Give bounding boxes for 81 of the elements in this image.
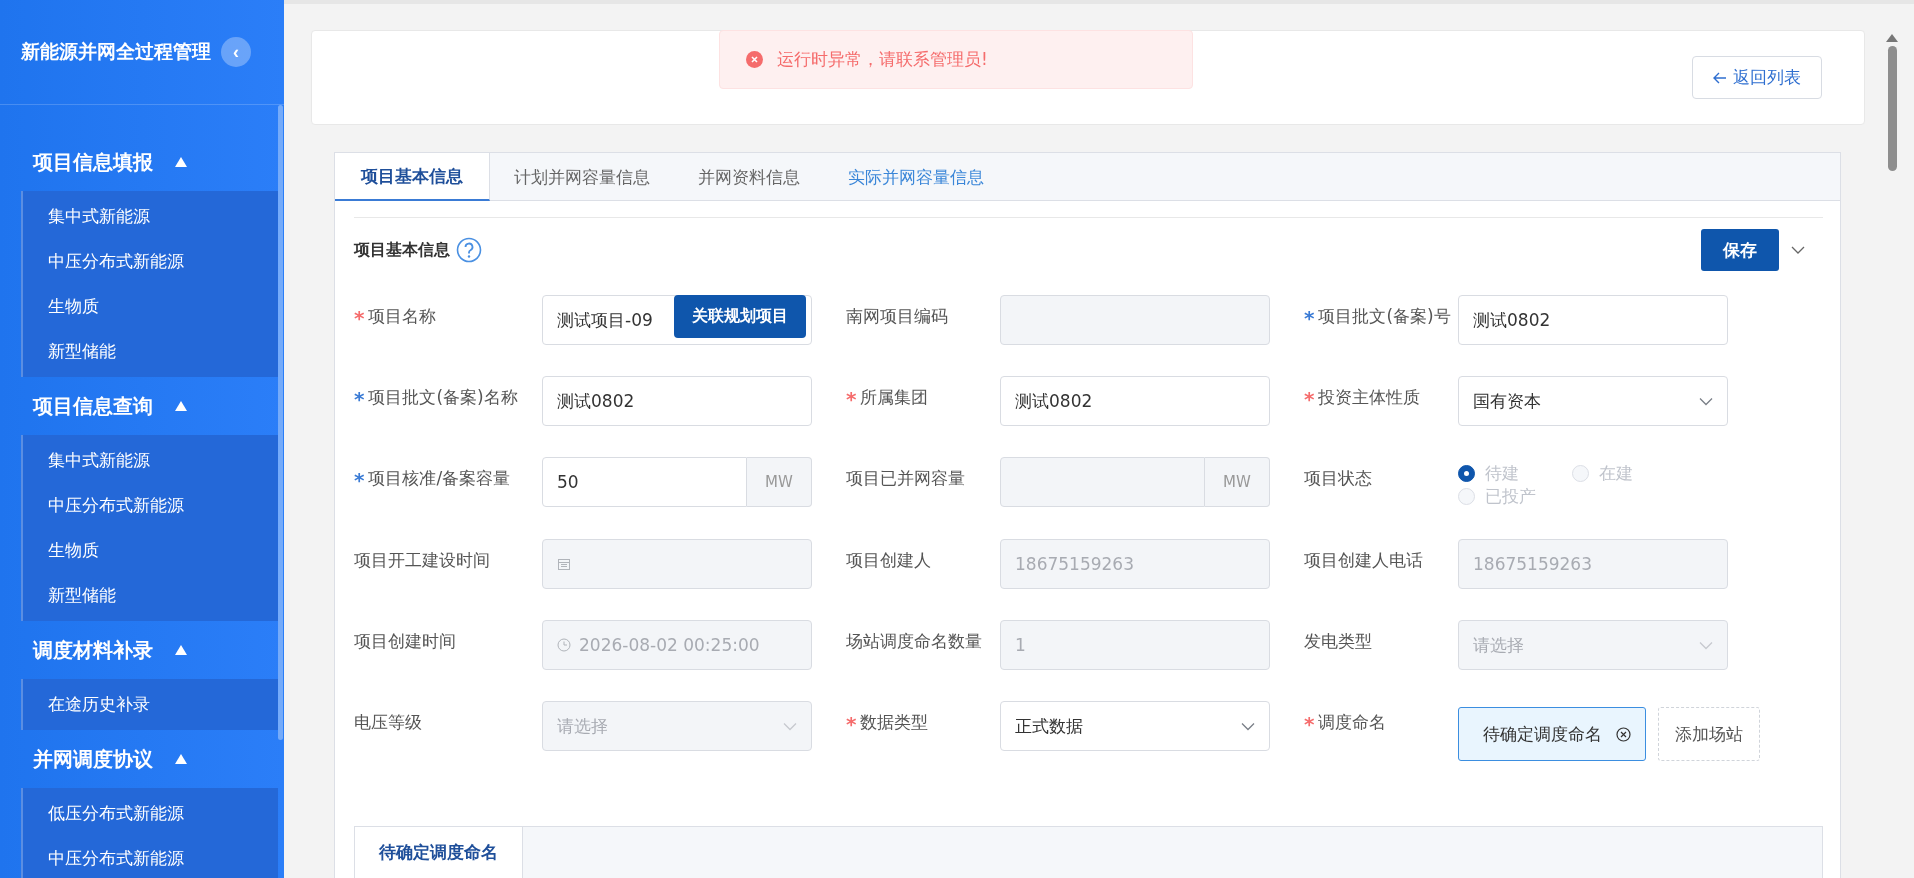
- field-label: 南网项目编码: [846, 305, 948, 328]
- text-field[interactable]: 测试0802: [1000, 376, 1270, 426]
- field-label: 项目批文(备案)号: [1318, 305, 1451, 328]
- field-label: 发电类型: [1304, 630, 1372, 653]
- field-label: 项目核准/备案容量: [368, 467, 511, 490]
- required-mark: *: [354, 389, 365, 409]
- number-field[interactable]: 50: [542, 457, 747, 507]
- scrollbar-thumb[interactable]: [1887, 46, 1897, 171]
- unit-label: MW: [1205, 457, 1270, 507]
- field-label: 场站调度命名数量: [846, 630, 982, 653]
- menu-group[interactable]: 调度材料补录: [0, 621, 278, 679]
- chevron-down-icon: [1241, 721, 1255, 731]
- menu-group-title: 项目信息查询: [33, 392, 153, 420]
- required-mark: *: [1304, 714, 1315, 734]
- back-button[interactable]: 返回列表: [1692, 56, 1822, 99]
- menu-item[interactable]: 中压分布式新能源: [23, 836, 278, 878]
- field-label: 项目开工建设时间: [354, 549, 490, 572]
- save-button[interactable]: 保存: [1701, 229, 1779, 271]
- tab[interactable]: 计划并网容量信息: [490, 153, 674, 201]
- menu-item[interactable]: 在途历史补录: [23, 682, 278, 727]
- field-label: 项目已并网容量: [846, 467, 965, 490]
- error-icon: [746, 51, 763, 68]
- menu-group[interactable]: 并网调度协议: [0, 730, 278, 788]
- chevron-down-icon: [1699, 640, 1713, 650]
- field-label: 项目批文(备案)名称: [368, 386, 518, 409]
- field-label: 数据类型: [860, 711, 929, 734]
- menu-item[interactable]: 中压分布式新能源: [23, 239, 278, 284]
- menu-group-title: 调度材料补录: [33, 636, 153, 664]
- field-label: 调度命名: [1318, 711, 1387, 734]
- menu-group[interactable]: 项目信息填报: [0, 133, 278, 191]
- tab[interactable]: 待确定调度命名: [355, 827, 523, 878]
- clock-icon: [557, 638, 571, 652]
- menu-group-title: 项目信息填报: [33, 148, 153, 176]
- menu-group-title: 并网调度协议: [33, 745, 153, 773]
- app-title: 新能源并网全过程管理: [21, 39, 211, 64]
- chevron-down-icon: [1791, 245, 1805, 255]
- dropdown[interactable]: 国有资本: [1458, 376, 1728, 426]
- field-label: 项目创建人: [846, 549, 931, 572]
- field-label: 所属集团: [860, 386, 929, 409]
- dropdown[interactable]: 正式数据: [1000, 701, 1270, 751]
- link-project-button[interactable]: 关联规划项目: [674, 295, 806, 338]
- menu-item[interactable]: 新型储能: [23, 329, 278, 374]
- tab[interactable]: 项目基本信息: [335, 153, 490, 201]
- menu-item[interactable]: 生物质: [23, 284, 278, 329]
- toast-message: 运行时异常，请联系管理员!: [777, 48, 988, 71]
- field-label: 项目创建时间: [354, 630, 456, 653]
- required-mark: *: [1304, 389, 1315, 409]
- required-mark: *: [354, 308, 365, 328]
- menu-item[interactable]: 低压分布式新能源: [23, 791, 278, 836]
- unit-label: MW: [747, 457, 812, 507]
- field-label: 项目创建人电话: [1304, 549, 1423, 572]
- menu-item[interactable]: 集中式新能源: [23, 438, 278, 483]
- menu-item[interactable]: 新型储能: [23, 573, 278, 618]
- menu-group[interactable]: 项目信息查询: [0, 377, 278, 435]
- section-title: 项目基本信息: [354, 239, 450, 261]
- field-label: 项目状态: [1304, 467, 1372, 490]
- tab[interactable]: 并网资料信息: [674, 153, 824, 201]
- scrollbar-thumb[interactable]: [278, 105, 283, 740]
- chevron-down-icon: [783, 721, 797, 731]
- text-field[interactable]: 测试0802: [1458, 295, 1728, 345]
- field-label: 项目名称: [368, 305, 437, 328]
- required-mark: *: [846, 389, 857, 409]
- text-field[interactable]: 测试项目-09 关联规划项目: [542, 295, 812, 345]
- tab[interactable]: 实际并网容量信息: [824, 153, 1008, 201]
- field-label: 电压等级: [354, 711, 422, 734]
- help-icon: [456, 237, 482, 263]
- required-mark: *: [1304, 308, 1315, 328]
- field-label: 投资主体性质: [1318, 386, 1421, 409]
- required-mark: *: [846, 714, 857, 734]
- menu-item[interactable]: 中压分布式新能源: [23, 483, 278, 528]
- chevron-down-icon: [1699, 396, 1713, 406]
- menu-item[interactable]: 集中式新能源: [23, 194, 278, 239]
- scroll-up-icon: [1886, 34, 1898, 42]
- text-field[interactable]: 测试0802: [542, 376, 812, 426]
- arrow-left-icon: [1713, 71, 1727, 84]
- add-station-button[interactable]: 添加场站: [1658, 707, 1760, 761]
- required-mark: *: [354, 470, 365, 490]
- close-icon: [1616, 726, 1631, 742]
- calendar-icon: [557, 557, 571, 571]
- tag[interactable]: 待确定调度命名: [1458, 707, 1646, 761]
- menu-item[interactable]: 生物质: [23, 528, 278, 573]
